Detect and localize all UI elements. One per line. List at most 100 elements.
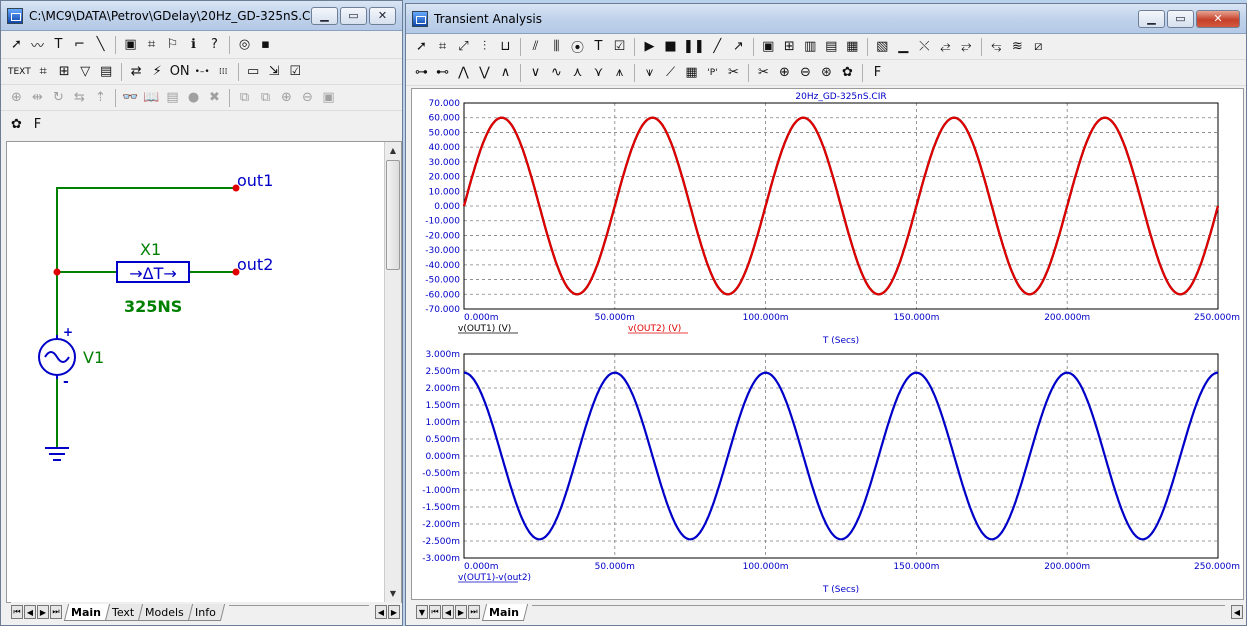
book-icon[interactable]: 📖 bbox=[142, 88, 161, 108]
data-points-icon[interactable]: ⫶ bbox=[475, 37, 494, 57]
next-page-icon[interactable]: ▶ bbox=[37, 605, 49, 619]
pin-markers-icon[interactable]: •–• bbox=[193, 62, 212, 82]
schematic-vscroll[interactable]: ▲ ▼ bbox=[384, 142, 401, 602]
frame-icon[interactable]: ▣ bbox=[759, 37, 778, 57]
pin-connections-icon[interactable]: ⊞ bbox=[55, 62, 74, 82]
last-page-icon[interactable]: ⏭ bbox=[468, 605, 480, 619]
y-grid-icon[interactable]: ▦ bbox=[843, 37, 862, 57]
prev-page-icon[interactable]: ◀ bbox=[24, 605, 36, 619]
palette-icon[interactable]: ✿ bbox=[7, 114, 26, 134]
info-icon[interactable]: ℹ bbox=[184, 35, 203, 55]
plot-area[interactable]: 20Hz_GD-325nS.CIR 70.000 60.000 50.000 40.00… bbox=[411, 88, 1244, 600]
zoom-out-icon[interactable]: ⊖ bbox=[796, 63, 815, 83]
wire-icon[interactable]: 〰 bbox=[28, 35, 47, 55]
cursor-tag-left-icon[interactable]: ✂ bbox=[724, 63, 743, 83]
bus-icon[interactable]: ▣ bbox=[121, 35, 140, 55]
minimize-button[interactable]: ▁ bbox=[311, 6, 338, 25]
probe-icon[interactable]: ▪ bbox=[256, 35, 275, 55]
slope-icon[interactable]: ⟋ bbox=[661, 63, 680, 83]
x-grid-icon[interactable]: ▧ bbox=[873, 37, 892, 57]
analysis-titlebar[interactable]: Transient Analysis ▁ ▭ ✕ bbox=[406, 4, 1246, 34]
text-tool-icon[interactable]: T bbox=[49, 35, 68, 55]
step-icon[interactable]: ⇡ bbox=[91, 88, 110, 108]
flip-icon[interactable]: ⇹ bbox=[28, 88, 47, 108]
zoom-in-icon[interactable]: ⊕ bbox=[277, 88, 296, 108]
tab-models[interactable]: Models bbox=[138, 603, 194, 621]
inflection-icon[interactable]: ∿ bbox=[547, 63, 566, 83]
high-icon[interactable]: ∧ bbox=[496, 63, 515, 83]
cursor-left-icon[interactable]: ⥄ bbox=[936, 37, 955, 57]
baseline-icon[interactable]: ▁ bbox=[894, 37, 913, 57]
low-icon[interactable]: ∨ bbox=[526, 63, 545, 83]
node-voltage-icon[interactable]: ▤ bbox=[97, 62, 116, 82]
find-icon[interactable]: 👓 bbox=[121, 88, 140, 108]
tab-main[interactable]: Main bbox=[481, 603, 529, 621]
vertical-tag-icon[interactable]: ⫼ bbox=[547, 37, 566, 57]
point-icon[interactable]: ◎ bbox=[235, 35, 254, 55]
minor-grid-icon[interactable]: ▥ bbox=[801, 37, 820, 57]
pause-icon[interactable]: ❚❚ bbox=[682, 37, 706, 57]
zoom-out-icon[interactable]: ⊖ bbox=[298, 88, 317, 108]
top-icon[interactable]: ⩚ bbox=[610, 63, 629, 83]
paste-icon[interactable]: ⧉ bbox=[256, 88, 275, 108]
performance-icon[interactable]: 'P' bbox=[703, 63, 722, 83]
current-icon[interactable]: ⇄ bbox=[127, 62, 146, 82]
table-icon[interactable]: ▦ bbox=[682, 63, 701, 83]
copy-icon[interactable]: ⧉ bbox=[235, 88, 254, 108]
font-icon[interactable]: F bbox=[868, 63, 887, 83]
diagonal-wire-icon[interactable]: ╲ bbox=[91, 35, 110, 55]
schematic-canvas[interactable]: →ΔT→ out1 out2 X1 325NS V1 + - ▲ ▼ bbox=[6, 141, 402, 603]
animate-icon[interactable]: ⧄ bbox=[1029, 37, 1048, 57]
select-arrow-icon[interactable]: ➚ bbox=[7, 35, 26, 55]
scroll-down-arrow-icon[interactable]: ▼ bbox=[385, 585, 401, 602]
help-icon[interactable]: ? bbox=[205, 35, 224, 55]
cursor-both-icon[interactable]: ⥃ bbox=[987, 37, 1006, 57]
tab-main[interactable]: Main bbox=[63, 603, 111, 621]
scroll-up-arrow-icon[interactable]: ▲ bbox=[385, 142, 401, 159]
tokens-icon[interactable]: ⊔ bbox=[496, 37, 515, 57]
font-icon[interactable]: F bbox=[28, 114, 47, 134]
text-tool-icon[interactable]: T bbox=[589, 37, 608, 57]
properties-icon[interactable]: ☑ bbox=[286, 62, 305, 82]
select-arrow-icon[interactable]: ➚ bbox=[412, 37, 431, 57]
zoom-in-icon[interactable]: ⊕ bbox=[775, 63, 794, 83]
display-icon[interactable]: ▤ bbox=[163, 88, 182, 108]
major-grid-icon[interactable]: ▤ bbox=[822, 37, 841, 57]
first-page-icon[interactable]: ⏮ bbox=[429, 605, 441, 619]
grid-icon[interactable]: ⊞ bbox=[780, 37, 799, 57]
arrow-line-icon[interactable]: ↗ bbox=[729, 37, 748, 57]
global-high-icon[interactable]: ⋏ bbox=[568, 63, 587, 83]
flag-icon[interactable]: ⚐ bbox=[163, 35, 182, 55]
grid-icon[interactable]: ⁞⁞⁞ bbox=[214, 62, 233, 82]
valley-icon[interactable]: ⋁ bbox=[475, 63, 494, 83]
title-icon[interactable]: ⇲ bbox=[265, 62, 284, 82]
horizontal-tag-icon[interactable]: ⫽ bbox=[526, 37, 545, 57]
menu-down-icon[interactable]: ▼ bbox=[416, 605, 428, 619]
cursor-mode-icon[interactable]: ≋ bbox=[1008, 37, 1027, 57]
border-icon[interactable]: ▭ bbox=[244, 62, 263, 82]
properties-icon[interactable]: ☑ bbox=[610, 37, 629, 57]
rotate-icon[interactable]: ↻ bbox=[49, 88, 68, 108]
point-tag-icon[interactable]: ⦿ bbox=[568, 37, 587, 57]
horizontal-axis-icon[interactable]: ⤬ bbox=[915, 37, 934, 57]
scale-icon[interactable]: ⤢ bbox=[454, 37, 473, 57]
cursor-tag-right-icon[interactable]: ✂ bbox=[754, 63, 773, 83]
peak-icon[interactable]: ⋀ bbox=[454, 63, 473, 83]
close-button[interactable]: ✕ bbox=[1196, 9, 1240, 28]
warning-icon[interactable]: ● bbox=[184, 88, 203, 108]
mirror-icon[interactable]: ⊕ bbox=[7, 88, 26, 108]
orthogonal-wire-icon[interactable]: ⌐ bbox=[70, 35, 89, 55]
scroll-left-icon[interactable]: ◀ bbox=[1231, 605, 1243, 619]
shapes-icon[interactable]: ⌗ bbox=[142, 35, 161, 55]
last-page-icon[interactable]: ⏭ bbox=[50, 605, 62, 619]
stop-icon[interactable]: ✖ bbox=[205, 88, 224, 108]
next-interpolated-icon[interactable]: ⊷ bbox=[433, 63, 452, 83]
line-icon[interactable]: ╱ bbox=[708, 37, 727, 57]
first-page-icon[interactable]: ⏮ bbox=[11, 605, 23, 619]
next-page-icon[interactable]: ▶ bbox=[455, 605, 467, 619]
scroll-right-icon[interactable]: ▶ bbox=[388, 605, 400, 619]
stop-icon[interactable]: ■ bbox=[661, 37, 680, 57]
minimize-button[interactable]: ▁ bbox=[1138, 9, 1165, 28]
close-button[interactable]: ✕ bbox=[369, 6, 396, 25]
tab-info[interactable]: Info bbox=[187, 603, 225, 621]
